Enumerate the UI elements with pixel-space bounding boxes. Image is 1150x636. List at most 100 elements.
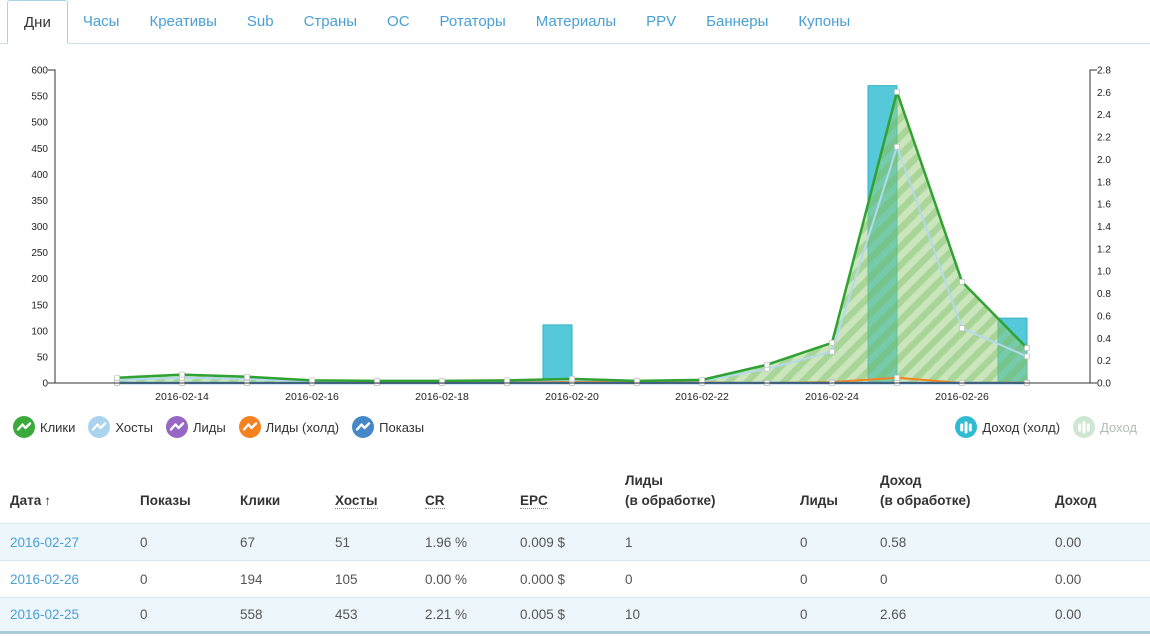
legend-item-left-1[interactable]: Хосты xyxy=(88,416,153,438)
date-link[interactable]: 2016-02-25 xyxy=(10,607,79,622)
value-cell: 0 xyxy=(790,572,870,587)
legend-item-left-2[interactable]: Лиды xyxy=(166,416,226,438)
tab-item-6[interactable]: Ротаторы xyxy=(425,0,521,43)
date-link[interactable]: 2016-02-26 xyxy=(10,572,79,587)
right-axis-tick-label: 2.4 xyxy=(1097,110,1111,121)
data-point-marker xyxy=(895,375,900,380)
legend-item-right-1[interactable]: Доход xyxy=(1073,416,1137,438)
value-cell: 105 xyxy=(325,572,415,587)
tab-item-10[interactable]: Купоны xyxy=(783,0,865,43)
column-header-6: Лиды(в обработке) xyxy=(615,471,790,524)
right-axis-tick-label: 1.4 xyxy=(1097,222,1111,233)
column-label: Дата xyxy=(10,493,41,508)
column-label: Лиды xyxy=(800,493,838,508)
tab-item-1[interactable]: Часы xyxy=(68,0,135,43)
left-axis-tick-label: 450 xyxy=(31,144,48,155)
column-header-9: Доход xyxy=(1045,491,1150,523)
column-label: CR xyxy=(425,493,445,509)
legend-label: Показы xyxy=(379,420,424,435)
value-cell: 0.58 xyxy=(870,535,1045,550)
column-label: Показы xyxy=(140,493,191,508)
value-cell: 0.00 xyxy=(1045,572,1150,587)
tab-item-5[interactable]: ОС xyxy=(372,0,425,43)
chart-area: 0501001502002503003504004505005506000.00… xyxy=(0,58,1150,441)
right-axis-tick-label: 0.4 xyxy=(1097,334,1111,345)
right-axis-tick-label: 2.6 xyxy=(1097,88,1111,99)
legend-item-right-0[interactable]: Доход (холд) xyxy=(955,416,1060,438)
legend-item-left-3[interactable]: Лиды (холд) xyxy=(239,416,339,438)
value-cell: 0 xyxy=(870,572,1045,587)
value-cell: 0 xyxy=(130,535,230,550)
tab-item-9[interactable]: Баннеры xyxy=(691,0,783,43)
date-link[interactable]: 2016-02-27 xyxy=(10,535,79,550)
line-series-icon xyxy=(166,416,188,438)
column-header-3[interactable]: Хосты xyxy=(325,491,415,523)
value-cell: 0.000 $ xyxy=(510,572,615,587)
data-point-marker xyxy=(830,349,835,354)
legend-item-left-0[interactable]: Клики xyxy=(13,416,75,438)
tab-bar: ДниЧасыКреативыSubСтраныОСРотаторыМатери… xyxy=(0,0,1150,44)
date-cell: 2016-02-26 xyxy=(0,572,130,587)
value-cell: 0.009 $ xyxy=(510,535,615,550)
data-point-marker xyxy=(115,375,120,380)
date-cell: 2016-02-27 xyxy=(0,535,130,550)
value-cell: 67 xyxy=(230,535,325,550)
stats-table: Дата↑ПоказыКликиХостыCREPCЛиды(в обработ… xyxy=(0,461,1150,634)
tab-item-2[interactable]: Креативы xyxy=(134,0,231,43)
left-axis-tick-label: 50 xyxy=(37,352,49,363)
tab-item-7[interactable]: Материалы xyxy=(521,0,631,43)
right-axis-tick-label: 1.6 xyxy=(1097,200,1111,211)
column-header-2: Клики xyxy=(230,491,325,523)
tab-item-3[interactable]: Sub xyxy=(232,0,289,43)
legend-label: Доход (холд) xyxy=(982,420,1060,435)
x-axis-date-label: 2016-02-18 xyxy=(415,391,469,403)
left-axis-tick-label: 550 xyxy=(31,92,48,103)
sort-asc-arrow-icon: ↑ xyxy=(44,493,51,508)
legend-series-group: Клики Хосты Лиды Лиды (холд) Показы xyxy=(13,416,424,438)
data-point-marker xyxy=(570,376,575,381)
column-label: EPC xyxy=(520,493,548,509)
tab-item-8[interactable]: PPV xyxy=(631,0,691,43)
value-cell: 558 xyxy=(230,607,325,622)
table-row: 2016-02-2601941050.00 %0.000 $0000.00 xyxy=(0,560,1150,597)
column-header-5[interactable]: EPC xyxy=(510,491,615,523)
value-cell: 0 xyxy=(130,607,230,622)
right-axis-tick-label: 1.2 xyxy=(1097,244,1111,255)
left-axis-tick-label: 600 xyxy=(31,66,48,77)
value-cell: 0 xyxy=(790,607,870,622)
column-sublabel: (в обработке) xyxy=(625,491,786,511)
column-label: Доход xyxy=(880,473,922,488)
data-point-marker xyxy=(1025,354,1030,359)
right-axis-tick-label: 0.0 xyxy=(1097,379,1111,390)
column-header-0[interactable]: Дата↑ xyxy=(0,491,130,523)
data-point-marker xyxy=(895,144,900,149)
column-label: Хосты xyxy=(335,493,378,509)
revenue-hold-bar xyxy=(543,325,572,383)
left-axis-tick-label: 250 xyxy=(31,248,48,259)
value-cell: 51 xyxy=(325,535,415,550)
column-header-4[interactable]: CR xyxy=(415,491,510,523)
data-point-marker xyxy=(700,377,705,382)
line-series-icon xyxy=(13,416,35,438)
value-cell: 0 xyxy=(790,535,870,550)
legend-item-left-4[interactable]: Показы xyxy=(352,416,424,438)
right-axis-tick-label: 2.2 xyxy=(1097,133,1111,144)
data-point-marker xyxy=(830,340,835,345)
data-point-marker xyxy=(180,372,185,377)
chart-legend: Клики Хосты Лиды Лиды (холд) Показы Доход (х… xyxy=(0,413,1150,441)
tab-item-4[interactable]: Страны xyxy=(289,0,372,43)
data-point-marker xyxy=(765,362,770,367)
x-axis-date-label: 2016-02-20 xyxy=(545,391,599,403)
value-cell: 0.00 xyxy=(1045,535,1150,550)
value-cell: 1.96 % xyxy=(415,535,510,550)
legend-label: Доход xyxy=(1100,420,1137,435)
tab-days[interactable]: Дни xyxy=(7,0,68,44)
data-point-marker xyxy=(505,378,510,383)
right-axis-tick-label: 1.8 xyxy=(1097,177,1111,188)
right-axis-tick-label: 2.8 xyxy=(1097,66,1111,77)
value-cell: 0 xyxy=(130,572,230,587)
bar-series-icon xyxy=(1073,416,1095,438)
table-row: 2016-02-27067511.96 %0.009 $100.580.00 xyxy=(0,523,1150,560)
right-axis-tick-label: 2.0 xyxy=(1097,155,1111,166)
left-axis-tick-label: 400 xyxy=(31,170,48,181)
